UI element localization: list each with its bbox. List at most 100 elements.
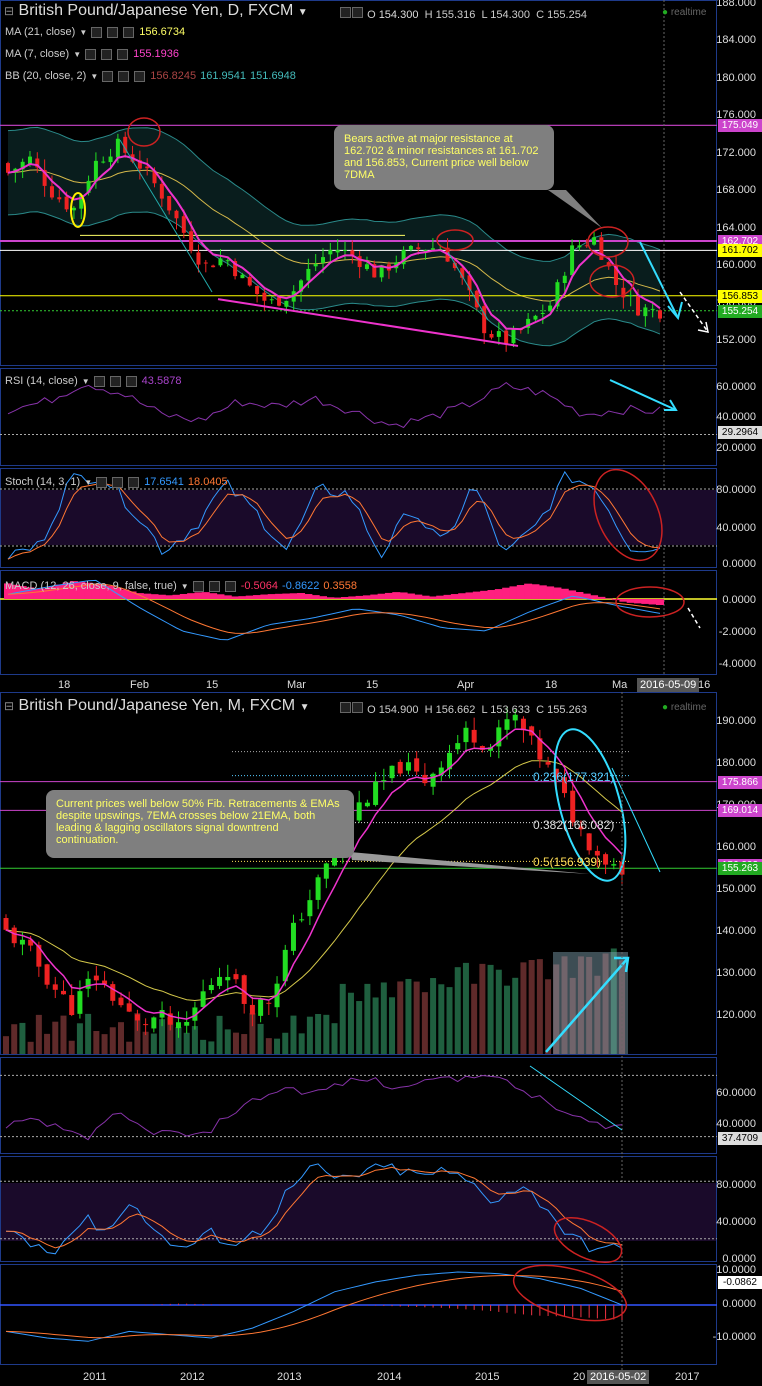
volume-bar (200, 1039, 207, 1054)
volume-bar (306, 1016, 313, 1054)
volume-bar (356, 1001, 363, 1054)
eye-icon[interactable] (340, 702, 351, 713)
volume-bar (372, 997, 379, 1054)
macd-line (5, 1271, 623, 1342)
candle-body (217, 976, 223, 986)
m-macd-axis-m10: -10.0000 (712, 1331, 756, 1343)
fib-label-0236: 0.236(177.321) (533, 770, 615, 784)
candle-body (463, 727, 469, 743)
volume-bar (232, 1032, 239, 1054)
volume-bar (339, 983, 346, 1054)
volume-bar (274, 1038, 281, 1054)
price-tick: 140.000 (716, 925, 756, 938)
candle-body (389, 765, 395, 779)
candle-body (11, 927, 17, 944)
realtime-label: ● realtime (662, 702, 707, 713)
candle-body (134, 1014, 140, 1021)
candle-body (69, 995, 75, 1015)
volume-bar (216, 1015, 223, 1054)
volume-bar (290, 1015, 297, 1054)
macd-signal-line (5, 1275, 623, 1339)
volume-bar (85, 1013, 92, 1054)
volume-bar (438, 984, 445, 1054)
candle-body (430, 773, 436, 787)
volume-bar (347, 992, 354, 1054)
candle-body (3, 918, 9, 930)
m-rsi-axis-60: 60.0000 (716, 1087, 756, 1099)
volume-highlight-box (553, 952, 628, 1054)
m-macd-axis-10: 10.0000 (716, 1264, 756, 1276)
candle-body (233, 974, 239, 980)
volume-bar (430, 978, 437, 1054)
price-tick: 160.000 (716, 841, 756, 854)
monthly-chart-canvas[interactable] (0, 0, 762, 1386)
volume-bar (101, 1034, 108, 1054)
price-tick: 150.000 (716, 883, 756, 896)
volume-bar (11, 1024, 18, 1054)
candle-body (545, 762, 551, 765)
volume-bar (397, 981, 404, 1054)
volume-bar (323, 1014, 330, 1054)
volume-bar (421, 992, 428, 1054)
volume-bar (117, 1022, 124, 1054)
collapse-icon[interactable]: ⊟ (4, 699, 14, 713)
candle-body (110, 984, 116, 1001)
price-tag: 155.263 (718, 862, 762, 876)
volume-bar (257, 1023, 264, 1054)
monthly-chart-title[interactable]: ⊟ British Pound/Japanese Yen, M, FXCM ▼ (4, 697, 309, 715)
price-tag: 175.866 (718, 775, 762, 789)
volume-bar (35, 1014, 42, 1054)
candle-body (414, 758, 420, 772)
candle-body (323, 863, 329, 879)
candle-body (356, 802, 362, 821)
volume-bar (495, 969, 502, 1054)
candle-body (405, 762, 411, 771)
volume-bar (545, 979, 552, 1054)
volume-bar (52, 1021, 59, 1054)
fib-label-05: 0.5(156.939) (533, 855, 602, 869)
price-tick: 120.000 (716, 1009, 756, 1022)
volume-bar (44, 1033, 51, 1054)
m-macd-axis-0: 0.0000 (722, 1298, 756, 1310)
volume-bar (19, 1022, 26, 1054)
volume-bar (380, 982, 387, 1054)
candle-body (118, 997, 124, 1006)
candle-body (258, 999, 264, 1016)
m-rsi-axis-40: 40.0000 (716, 1118, 756, 1130)
gear-icon[interactable] (352, 702, 363, 713)
m-stoch-axis-80: 80.0000 (716, 1179, 756, 1191)
time-tick: 20 (573, 1371, 586, 1383)
volume-bar (150, 1033, 157, 1054)
volume-bar (471, 983, 478, 1054)
forecast-arrow (611, 767, 661, 873)
volume-bar (282, 1032, 289, 1054)
m-rsi-level-tag: 37.4709 (718, 1132, 762, 1145)
volume-bar (183, 1032, 190, 1054)
volume-bar (93, 1031, 100, 1054)
volume-bar (60, 1015, 67, 1054)
candle-body (603, 854, 609, 865)
candle-body (126, 1003, 132, 1012)
volume-bar (536, 959, 543, 1054)
candle-body (85, 978, 91, 989)
candle-body (19, 939, 25, 945)
fib-label-0382: 0.382(166.082) (533, 818, 615, 832)
candle-body (44, 964, 50, 985)
candle-body (77, 991, 83, 1014)
status-dot-icon: ● (662, 702, 669, 713)
candle-body (290, 922, 296, 951)
candle-body (200, 991, 206, 1007)
volume-bar (126, 1041, 133, 1054)
time-tick: 2012 (180, 1371, 205, 1383)
volume-bar (462, 962, 469, 1054)
monthly-annotation-note: Current prices well below 50% Fib. Retra… (46, 790, 354, 858)
candle-body (175, 1022, 181, 1029)
volume-bar (208, 1041, 215, 1054)
candle-body (611, 864, 617, 866)
m-macd-tag: -0.0862 (718, 1276, 762, 1289)
volume-bar (413, 981, 420, 1054)
dropdown-icon[interactable]: ▼ (300, 702, 310, 713)
candle-body (455, 743, 461, 750)
candle-body (208, 984, 214, 991)
candle-body (471, 729, 477, 743)
